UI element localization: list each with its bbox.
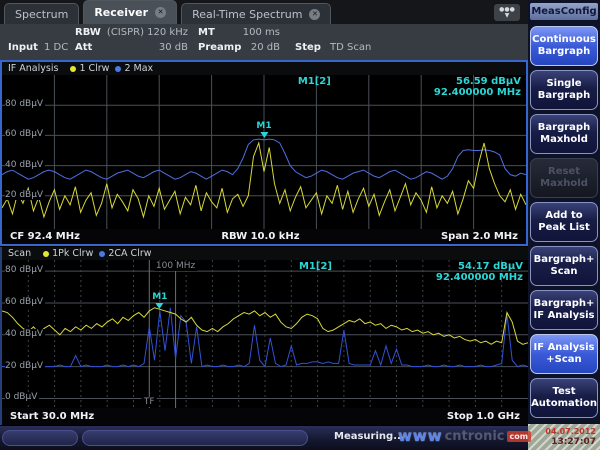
- if-marker-name: M1[2]: [298, 76, 331, 87]
- y-axis-label: 60 dBµV: [5, 129, 45, 139]
- if-marker-freq: 92.400000 MHz: [2, 87, 521, 98]
- close-icon[interactable]: ✕: [155, 7, 166, 18]
- measuring-status: Measuring...: [334, 431, 405, 442]
- scan-marker-name: M1[2]: [299, 261, 332, 272]
- if-analysis-window[interactable]: IF Analysis 1 Clrw 2 Max M1[2] 56.59 dBµ…: [0, 60, 528, 246]
- step-label[interactable]: Step: [295, 42, 321, 53]
- tab-realtime-spectrum[interactable]: Real-Time Spectrum ✕: [181, 3, 331, 24]
- scan-marker-freq: 92.400000 MHz: [2, 272, 523, 283]
- status-field-2: [82, 430, 308, 446]
- instrument-screen: Spectrum Receiver ✕ Real-Time Spectrum ✕…: [0, 0, 600, 450]
- if-marker-readout: M1[2] 56.59 dBµV 92.400000 MHz: [2, 76, 521, 98]
- close-icon[interactable]: ✕: [309, 9, 320, 20]
- legend-trace1-label: 1 Clrw: [79, 63, 109, 74]
- legend-scan-trace1: 1Pk Clrw: [43, 248, 93, 259]
- y-axis-label: 60 dBµV: [5, 297, 45, 307]
- y-axis-label: 20 dBµV: [5, 361, 45, 371]
- span-value[interactable]: Span 2.0 MHz: [441, 231, 518, 242]
- mt-label[interactable]: MT: [198, 27, 215, 38]
- y-axis-label: 40 dBµV: [5, 160, 45, 170]
- if-marker-level: 56.59 dBµV: [456, 76, 521, 87]
- marker-m1[interactable]: M1: [256, 122, 271, 138]
- if-window-title: IF Analysis: [8, 63, 58, 74]
- scan-window-title: Scan: [8, 248, 31, 259]
- scan-marker-level: 54.17 dBµV: [458, 261, 523, 272]
- softkey-reset-maxhold: Reset Maxhold: [530, 158, 598, 198]
- rbw-value[interactable]: (CISPR) 120 kHz: [100, 27, 188, 38]
- softkey-test-automation[interactable]: Test Automation: [530, 378, 598, 418]
- softkey-single-bargraph[interactable]: Single Bargraph: [530, 70, 598, 110]
- date-value: 04.07.2012: [528, 426, 596, 437]
- chevron-down-icon: ▼: [505, 13, 510, 19]
- scan-trace1-dot-icon: [43, 251, 49, 257]
- legend-scan-trace2-label: 2CA Clrw: [108, 248, 151, 259]
- y-axis-label: 80 dBµV: [5, 99, 45, 109]
- status-field-1: [2, 430, 78, 446]
- preamp-value[interactable]: 20 dB: [230, 42, 280, 53]
- rbw-footer-value[interactable]: RBW 10.0 kHz: [221, 231, 299, 242]
- y-axis-label: 0 dBµV: [5, 392, 39, 402]
- scan-window-footer: Start 30.0 MHz Stop 1.0 GHz: [2, 408, 528, 425]
- if-window-header: IF Analysis 1 Clrw 2 Max: [2, 62, 526, 75]
- settings-bar: RBW (CISPR) 120 kHz MT 100 ms Input 1 DC…: [0, 24, 528, 60]
- softkey-if-analysis-scan[interactable]: IF Analysis +Scan: [530, 334, 598, 374]
- att-value[interactable]: 30 dB: [100, 42, 188, 53]
- if-chart-plot: [2, 75, 526, 229]
- input-value[interactable]: 1 DC: [44, 42, 68, 53]
- time-value: 13:27:07: [528, 437, 596, 448]
- legend-trace2: 2 Max: [115, 63, 153, 74]
- scan-chart[interactable]: M1[2] 54.17 dBµV 92.400000 MHz 80 dBµV60…: [2, 260, 528, 408]
- softkey-bargraph-scan[interactable]: Bargraph+ Scan: [530, 246, 598, 286]
- tab-bar: Spectrum Receiver ✕ Real-Time Spectrum ✕…: [0, 0, 528, 24]
- datetime-display: 04.07.2012 13:27:07: [528, 424, 600, 450]
- tab-spectrum[interactable]: Spectrum: [4, 3, 79, 24]
- legend-scan-trace1-label: 1Pk Clrw: [52, 248, 93, 259]
- softkey-bargraph-maxhold[interactable]: Bargraph Maxhold: [530, 114, 598, 154]
- tab-realtime-label: Real-Time Spectrum: [192, 8, 302, 21]
- y-axis-label: 40 dBµV: [5, 329, 45, 339]
- scan-marker-readout: M1[2] 54.17 dBµV 92.400000 MHz: [2, 261, 523, 283]
- if-analysis-chart[interactable]: M1[2] 56.59 dBµV 92.400000 MHz 80 dBµV 60…: [2, 75, 526, 229]
- rbw-label[interactable]: RBW: [75, 27, 101, 38]
- y-axis-label: 20 dBµV: [5, 190, 45, 200]
- freq-line-label: TF: [142, 397, 157, 407]
- status-bar: Measuring...: [0, 426, 528, 450]
- tab-overflow-button[interactable]: ●●● ▼: [494, 4, 520, 21]
- att-label[interactable]: Att: [75, 42, 92, 53]
- scan-trace2-dot-icon: [99, 251, 105, 257]
- cf-value[interactable]: CF 92.4 MHz: [10, 231, 80, 242]
- softkey-list: Continuous Bargraph Single Bargraph Barg…: [528, 26, 600, 418]
- tab-receiver[interactable]: Receiver ✕: [83, 0, 177, 24]
- softkey-panel: MeasConfig Continuous Bargraph Single Ba…: [528, 0, 600, 450]
- scan-window[interactable]: Scan 1Pk Clrw 2CA Clrw M1[2] 54.17 dBµV …: [0, 247, 528, 425]
- trace2-dot-icon: [115, 66, 121, 72]
- marker-triangle-icon: [156, 303, 164, 309]
- start-freq-value[interactable]: Start 30.0 MHz: [10, 411, 94, 422]
- legend-trace2-label: 2 Max: [124, 63, 153, 74]
- marker-triangle-icon: [260, 132, 268, 138]
- if-window-footer: CF 92.4 MHz RBW 10.0 kHz Span 2.0 MHz: [2, 229, 526, 244]
- softkey-continuous-bargraph[interactable]: Continuous Bargraph: [530, 26, 598, 66]
- softkey-menu-title: MeasConfig: [530, 3, 598, 20]
- softkey-bargraph-if-analysis[interactable]: Bargraph+ IF Analysis: [530, 290, 598, 330]
- tab-receiver-label: Receiver: [94, 6, 148, 19]
- legend-scan-trace2: 2CA Clrw: [99, 248, 151, 259]
- tab-spectrum-label: Spectrum: [15, 8, 68, 21]
- trace1-dot-icon: [70, 66, 76, 72]
- mt-value[interactable]: 100 ms: [230, 27, 280, 38]
- step-value[interactable]: TD Scan: [330, 42, 371, 53]
- input-label[interactable]: Input: [8, 42, 38, 53]
- softkey-add-to-peak-list[interactable]: Add to Peak List: [530, 202, 598, 242]
- marker-m1[interactable]: M1: [152, 293, 167, 309]
- scan-window-header: Scan 1Pk Clrw 2CA Clrw: [2, 247, 528, 260]
- legend-trace1: 1 Clrw: [70, 63, 109, 74]
- stop-freq-value[interactable]: Stop 1.0 GHz: [447, 411, 520, 422]
